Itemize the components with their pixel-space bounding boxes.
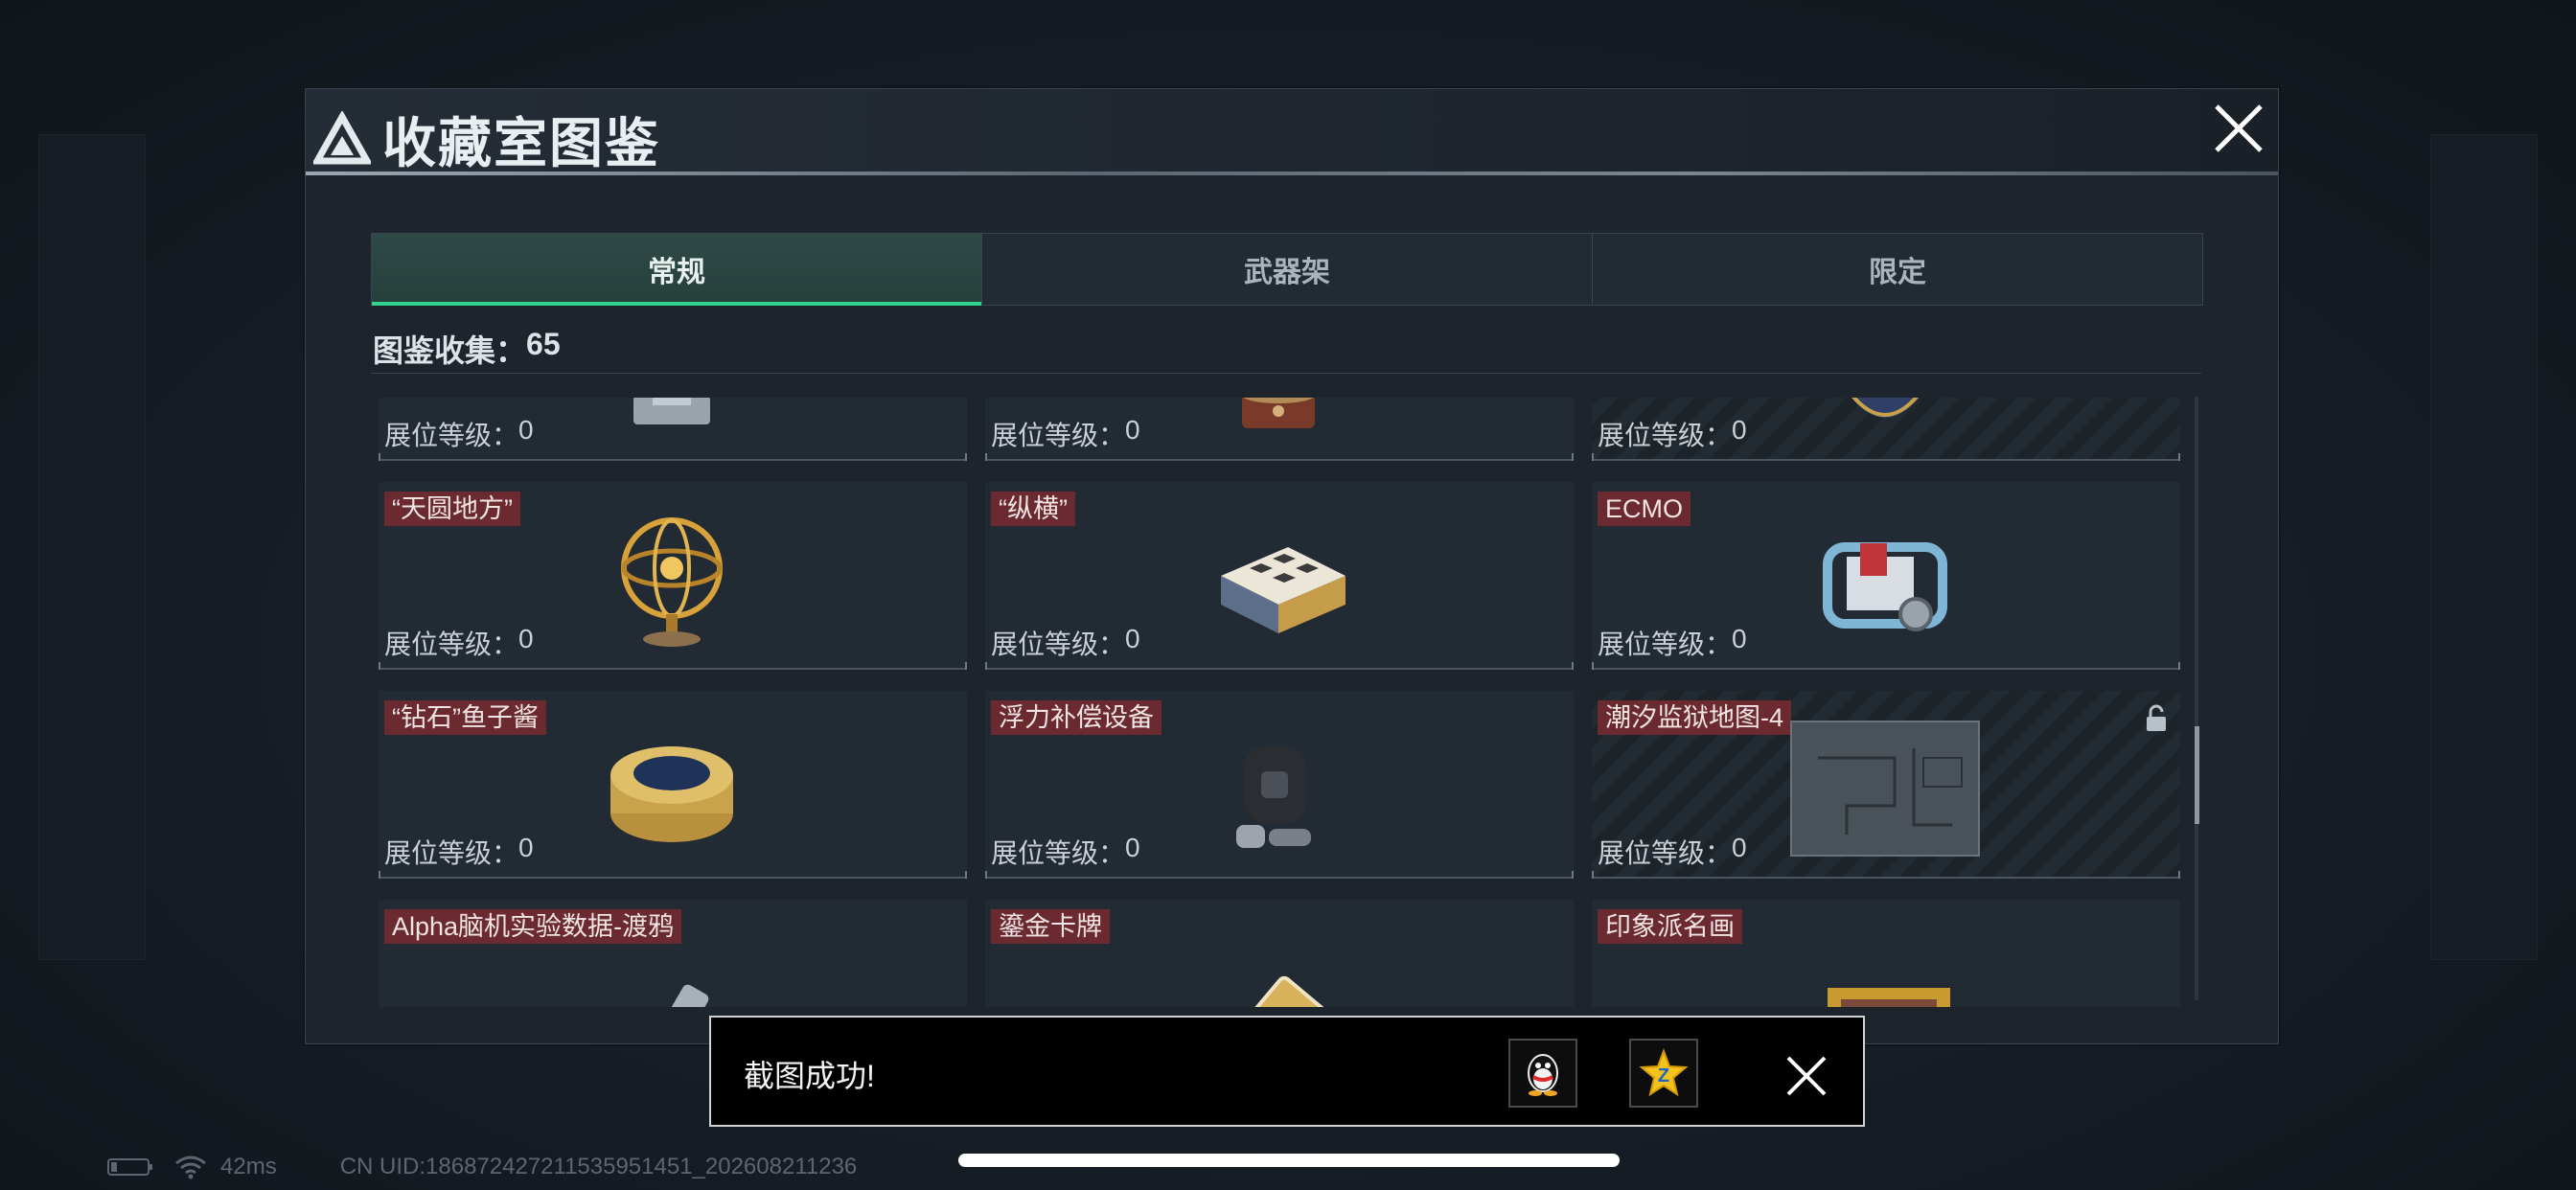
share-qzone-button[interactable]: Z <box>1629 1039 1698 1108</box>
collection-codex-modal: 收藏室图鉴 常规 武器架 限定 图鉴收集： 65 展位等级： 0 展位等级： 0… <box>305 88 2279 1044</box>
screenshot-toast: 截图成功! Z <box>709 1016 1865 1127</box>
collection-item-card[interactable]: 潮汐监狱地图-4 展位等级： 0 <box>1592 691 2180 879</box>
modal-header: 收藏室图鉴 <box>306 89 2278 173</box>
item-name: “天圆地方” <box>384 492 520 526</box>
ecmo-machine-icon <box>1823 542 1947 631</box>
delta-logo-icon <box>313 110 371 164</box>
collection-label: 图鉴收集： <box>373 333 527 368</box>
display-level: 展位等级： 0 <box>1598 415 1747 450</box>
collection-item-card[interactable]: 展位等级： 0 <box>379 398 967 461</box>
scrollbar-thumb[interactable] <box>2195 726 2199 824</box>
header-divider <box>306 172 2278 175</box>
lock-icon <box>2147 704 2166 731</box>
close-modal-button[interactable] <box>2207 97 2270 160</box>
armillary-sphere-icon <box>621 517 723 647</box>
turret-icon <box>633 398 710 424</box>
qzone-star-icon: Z <box>1639 1048 1689 1097</box>
ping-value: 42ms <box>220 1154 277 1179</box>
collection-item-card[interactable]: Alpha脑机实验数据-渡鸦 <box>379 900 967 1007</box>
item-name: 潮汐监狱地图-4 <box>1598 700 1792 735</box>
gramophone-icon <box>1242 398 1315 428</box>
display-level: 展位等级： 0 <box>384 624 534 659</box>
item-name: 鎏金卡牌 <box>991 909 1110 944</box>
display-level: 展位等级： 0 <box>991 624 1140 659</box>
item-name: “纵横” <box>991 492 1075 526</box>
display-level: 展位等级： 0 <box>384 415 534 450</box>
item-name: 印象派名画 <box>1598 909 1742 944</box>
wifi-icon <box>175 1156 206 1179</box>
display-level: 展位等级： 0 <box>1598 833 1747 868</box>
collection-item-card[interactable]: “天圆地方” 展位等级： 0 <box>379 482 967 670</box>
collection-count-value: 65 <box>526 327 561 361</box>
chess-box-icon <box>1221 547 1346 633</box>
collection-item-card[interactable]: 印象派名画 <box>1592 900 2180 1007</box>
display-level: 展位等级： 0 <box>991 833 1140 868</box>
battery-icon <box>107 1158 152 1176</box>
caviar-tin-icon <box>610 746 733 842</box>
display-level: 展位等级： 0 <box>991 415 1140 450</box>
item-name: 浮力补偿设备 <box>991 700 1162 735</box>
tab-weapon-rack[interactable]: 武器架 <box>982 234 1593 305</box>
item-name: “钻石”鱼子酱 <box>384 700 546 735</box>
share-qq-button[interactable] <box>1508 1039 1577 1108</box>
collection-item-card[interactable]: 展位等级： 0 <box>1592 398 2180 461</box>
painting-icon <box>1828 988 1950 1007</box>
background-panel-left <box>38 134 146 960</box>
collection-item-card[interactable]: 展位等级： 0 <box>985 398 1574 461</box>
collection-item-card[interactable]: 浮力补偿设备 展位等级： 0 <box>985 691 1574 879</box>
buoyancy-vest-icon <box>1236 746 1311 848</box>
scrollbar-track[interactable] <box>2195 397 2198 1000</box>
data-drive-icon <box>644 984 709 1007</box>
display-level: 展位等级： 0 <box>384 833 534 868</box>
modal-title: 收藏室图鉴 <box>382 113 660 173</box>
collection-item-card[interactable]: “纵横” 展位等级： 0 <box>985 482 1574 670</box>
gold-card-icon <box>1216 975 1343 1007</box>
svg-text:Z: Z <box>1658 1065 1669 1087</box>
player-uid: CN UID:18687242721153595145​1_2026082112… <box>339 1154 858 1179</box>
collection-grid[interactable]: 展位等级： 0 展位等级： 0 展位等级： 0 “天圆地方” 展位等级： 0 “… <box>379 398 2180 1007</box>
divider <box>371 373 2201 374</box>
collection-item-card[interactable]: “钻石”鱼子酱 展位等级： 0 <box>379 691 967 879</box>
close-toast-button[interactable] <box>1784 1054 1828 1098</box>
collection-item-card[interactable]: ECMO 展位等级： 0 <box>1592 482 2180 670</box>
collection-count: 图鉴收集： 65 <box>373 327 561 371</box>
display-level: 展位等级： 0 <box>1598 624 1747 659</box>
tab-regular[interactable]: 常规 <box>372 234 982 306</box>
home-indicator[interactable] <box>958 1154 1620 1167</box>
qq-penguin-icon <box>1528 1054 1558 1096</box>
vase-icon <box>1851 398 1920 418</box>
item-name: ECMO <box>1598 492 1690 526</box>
status-bar: 42ms CN UID:18687242721153595145​1_20260… <box>107 1150 857 1184</box>
map-icon <box>1790 721 1980 857</box>
tab-limited[interactable]: 限定 <box>1593 234 2202 305</box>
category-tabs: 常规 武器架 限定 <box>371 233 2203 306</box>
collection-item-card[interactable]: 鎏金卡牌 <box>985 900 1574 1007</box>
background-panel-right <box>2430 134 2538 960</box>
toast-message: 截图成功! <box>744 1059 875 1093</box>
